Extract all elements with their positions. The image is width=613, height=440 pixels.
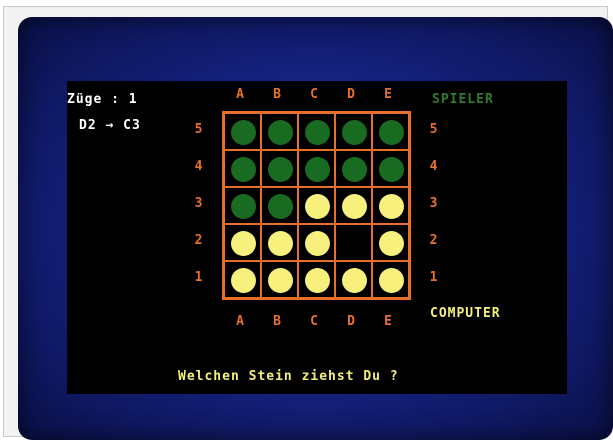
yellow-piece[interactable]: [268, 268, 293, 293]
column-label-C: C: [310, 87, 319, 102]
green-piece[interactable]: [342, 120, 367, 145]
green-piece[interactable]: [231, 157, 256, 182]
green-piece[interactable]: [379, 157, 404, 182]
board-cell-B5[interactable]: [261, 113, 298, 150]
yellow-piece[interactable]: [379, 268, 404, 293]
column-label-A: A: [236, 87, 245, 102]
row-label-5: 5: [194, 121, 204, 137]
board-cell-D3[interactable]: [335, 187, 372, 224]
board-cell-B1[interactable]: [261, 261, 298, 298]
last-move: D2 → C3: [79, 118, 141, 133]
row-label-3: 3: [194, 195, 204, 211]
green-piece[interactable]: [305, 120, 330, 145]
row-label-2: 2: [429, 232, 439, 248]
column-label-D: D: [347, 87, 356, 102]
board-cell-E1[interactable]: [372, 261, 409, 298]
row-label-1: 1: [429, 269, 439, 285]
moves-counter: Züge : 1: [67, 92, 138, 107]
board-cell-D2[interactable]: [335, 224, 372, 261]
board-cell-C4[interactable]: [298, 150, 335, 187]
board-cell-A4[interactable]: [224, 150, 261, 187]
board-cell-C3[interactable]: [298, 187, 335, 224]
row-label-2: 2: [194, 232, 204, 248]
player-label: SPIELER: [432, 92, 494, 107]
board-cell-A1[interactable]: [224, 261, 261, 298]
column-label-E: E: [384, 87, 393, 102]
yellow-piece[interactable]: [305, 194, 330, 219]
board-cell-E5[interactable]: [372, 113, 409, 150]
row-label-4: 4: [194, 158, 204, 174]
yellow-piece[interactable]: [305, 231, 330, 256]
column-label-E: E: [384, 314, 393, 329]
yellow-piece[interactable]: [305, 268, 330, 293]
yellow-piece[interactable]: [231, 231, 256, 256]
green-piece[interactable]: [231, 120, 256, 145]
column-label-D: D: [347, 314, 356, 329]
game-board[interactable]: [222, 111, 411, 300]
yellow-piece[interactable]: [231, 268, 256, 293]
board-cell-B2[interactable]: [261, 224, 298, 261]
board-cell-E3[interactable]: [372, 187, 409, 224]
column-label-C: C: [310, 314, 319, 329]
board-cell-E4[interactable]: [372, 150, 409, 187]
board-cell-A5[interactable]: [224, 113, 261, 150]
board-cell-E2[interactable]: [372, 224, 409, 261]
yellow-piece[interactable]: [268, 231, 293, 256]
row-label-4: 4: [429, 158, 439, 174]
green-piece[interactable]: [379, 120, 404, 145]
column-label-A: A: [236, 314, 245, 329]
board-cell-D4[interactable]: [335, 150, 372, 187]
green-piece[interactable]: [305, 157, 330, 182]
board-cell-B4[interactable]: [261, 150, 298, 187]
green-piece[interactable]: [231, 194, 256, 219]
board-cell-D5[interactable]: [335, 113, 372, 150]
yellow-piece[interactable]: [379, 194, 404, 219]
column-label-B: B: [273, 314, 282, 329]
board-cell-C1[interactable]: [298, 261, 335, 298]
move-prompt: Welchen Stein ziehst Du ?: [178, 369, 399, 384]
board-cell-D1[interactable]: [335, 261, 372, 298]
column-label-B: B: [273, 87, 282, 102]
green-piece[interactable]: [268, 157, 293, 182]
row-label-1: 1: [194, 269, 204, 285]
green-piece[interactable]: [268, 194, 293, 219]
board-cell-A3[interactable]: [224, 187, 261, 224]
row-label-3: 3: [429, 195, 439, 211]
row-label-5: 5: [429, 121, 439, 137]
green-piece[interactable]: [268, 120, 293, 145]
yellow-piece[interactable]: [342, 194, 367, 219]
yellow-piece[interactable]: [342, 268, 367, 293]
board-cell-C2[interactable]: [298, 224, 335, 261]
board-cell-B3[interactable]: [261, 187, 298, 224]
board-cell-C5[interactable]: [298, 113, 335, 150]
computer-label: COMPUTER: [430, 306, 501, 321]
board-cell-A2[interactable]: [224, 224, 261, 261]
yellow-piece[interactable]: [379, 231, 404, 256]
green-piece[interactable]: [342, 157, 367, 182]
